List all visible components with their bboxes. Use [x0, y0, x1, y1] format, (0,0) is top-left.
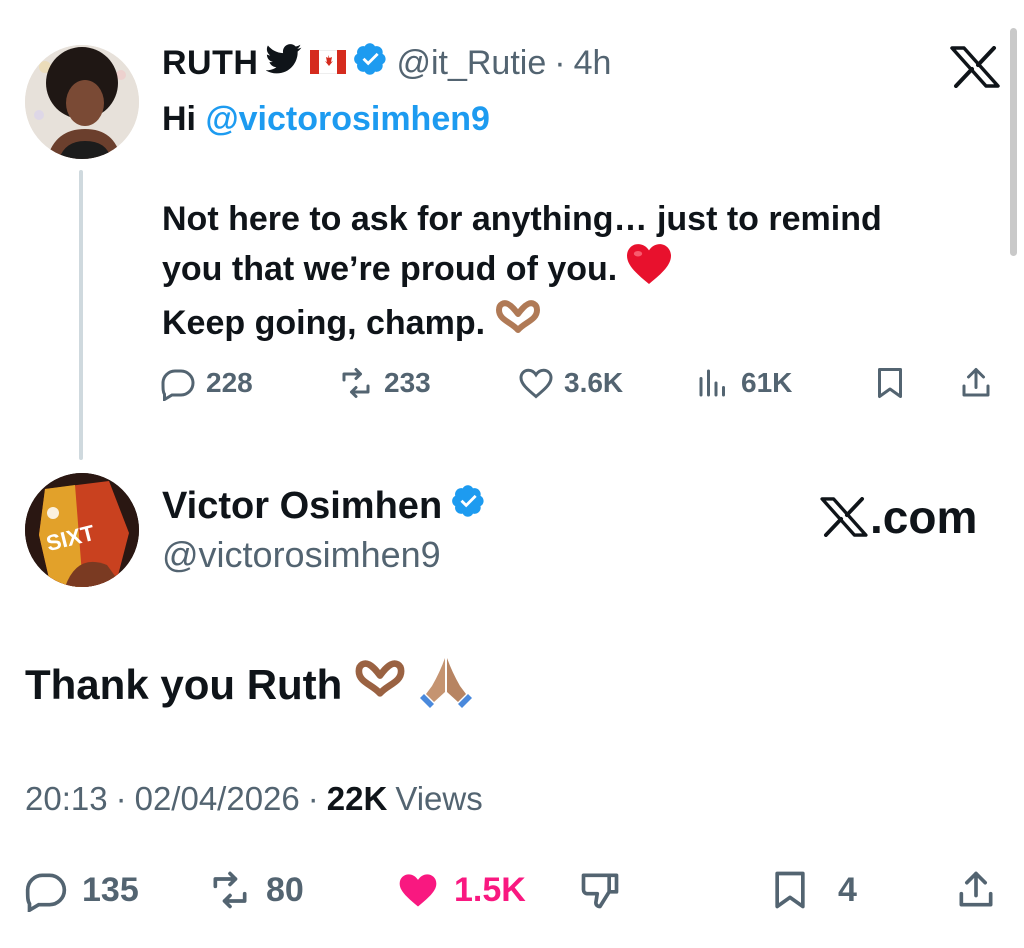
like-button[interactable]: 3.6K — [518, 360, 623, 406]
verified-badge-icon — [354, 42, 388, 85]
bookmark-icon — [775, 871, 805, 909]
like-count: 3.6K — [564, 367, 624, 398]
separator-dot: · — [554, 43, 566, 82]
verified-badge-icon — [452, 484, 486, 528]
folded-hands-emoji — [418, 652, 474, 718]
like-button[interactable]: 1.5K — [396, 864, 526, 916]
repost-button[interactable]: 80 — [208, 864, 304, 916]
x-logo-icon — [950, 46, 1000, 88]
repost-icon — [342, 368, 370, 398]
views-count: 22K — [326, 780, 388, 817]
canada-flag-icon — [309, 44, 347, 83]
separator-dot: · — [115, 780, 127, 817]
reply-count: 228 — [206, 367, 253, 398]
share-button[interactable] — [958, 360, 994, 406]
bookmark-icon — [878, 368, 902, 398]
reply-count: 135 — [82, 870, 139, 909]
author-handle[interactable]: @it_Rutie — [396, 44, 546, 83]
reply-date[interactable]: 02/04/2026 — [135, 780, 300, 818]
greeting: Hi — [162, 100, 196, 138]
reply-button[interactable]: 228 — [160, 360, 253, 406]
author-name[interactable]: RUTH — [162, 44, 258, 83]
tweet-time[interactable]: 4h — [574, 44, 612, 83]
tweet-line-2: you that we’re proud of you. — [162, 250, 618, 288]
tweet-line-3: Keep going, champ. — [162, 304, 486, 343]
red-heart-emoji — [626, 244, 671, 298]
like-count: 1.5K — [454, 870, 526, 909]
dislike-button[interactable] — [578, 864, 622, 916]
repost-count: 233 — [384, 367, 431, 398]
scrollbar[interactable] — [1010, 28, 1017, 256]
share-button[interactable] — [954, 864, 998, 916]
bookmark-count: 4 — [838, 870, 857, 909]
twitter-bird-icon — [265, 43, 302, 83]
parent-tweet-header: RUTH @it_Rutie · 4h — [162, 40, 611, 86]
bookmark-button[interactable]: 4 — [768, 864, 857, 916]
reply-time[interactable]: 20:13 — [25, 780, 108, 818]
views-icon — [699, 369, 725, 397]
share-icon — [959, 871, 993, 907]
reply-icon — [161, 369, 195, 401]
reply-tweet-text: Thank you Ruth — [25, 652, 474, 718]
avatar-victor-osimhen[interactable]: SIXT — [25, 473, 139, 587]
heart-hands-emoji — [354, 660, 406, 710]
x-logo-icon — [820, 497, 868, 537]
like-icon — [399, 874, 437, 907]
share-icon — [962, 368, 990, 397]
separator-dot: · — [307, 780, 319, 817]
views-button[interactable]: 61K — [695, 360, 792, 406]
author-handle[interactable]: @victorosimhen9 — [162, 534, 441, 576]
reply-button[interactable]: 135 — [24, 864, 139, 916]
like-icon — [519, 368, 553, 399]
avatar-ruth[interactable] — [25, 45, 139, 159]
bookmark-button[interactable] — [872, 360, 908, 406]
thread-line — [79, 170, 83, 460]
repost-count: 80 — [266, 870, 304, 909]
views-label: Views — [395, 780, 483, 817]
tweet-line-1: Not here to ask for anything… just to re… — [162, 200, 882, 238]
heart-hands-emoji — [495, 300, 541, 350]
reply-meta: 20:13 · 02/04/2026 · 22K Views — [25, 780, 483, 818]
author-name[interactable]: Victor Osimhen — [162, 485, 442, 528]
reply-text: Thank you Ruth — [25, 661, 343, 708]
repost-button[interactable]: 233 — [338, 360, 431, 406]
parent-tweet-text: Hi @victorosimhen9 Not here to ask for a… — [162, 94, 1002, 350]
reply-icon — [25, 873, 67, 912]
dislike-icon — [581, 873, 619, 909]
views-count: 61K — [741, 367, 793, 398]
watermark-text: .com — [870, 491, 978, 543]
reply-author-row: Victor Osimhen — [162, 484, 486, 528]
repost-icon — [213, 871, 247, 909]
mention-link[interactable]: @victorosimhen9 — [205, 100, 489, 138]
xcom-watermark: .com — [820, 490, 977, 544]
